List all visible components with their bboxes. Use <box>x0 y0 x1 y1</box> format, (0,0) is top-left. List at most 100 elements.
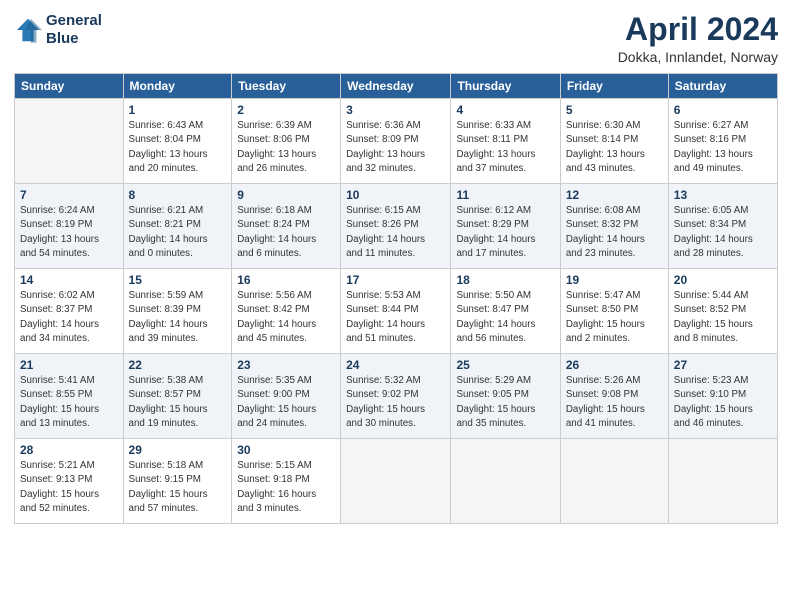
title-block: April 2024 Dokka, Innlandet, Norway <box>618 12 778 65</box>
day-info: Sunrise: 6:27 AM Sunset: 8:16 PM Dayligh… <box>674 119 772 176</box>
logo: General Blue <box>14 12 102 48</box>
calendar-day: 2 Sunrise: 6:39 AM Sunset: 8:06 PM Daylig… <box>232 99 341 184</box>
calendar-day: 15 Sunrise: 5:59 AM Sunset: 8:39 PM Dayli… <box>123 269 232 354</box>
day-number: 11 <box>456 188 554 202</box>
subtitle: Dokka, Innlandet, Norway <box>618 49 778 65</box>
calendar-day: 27Sunrise: 5:23 AM Sunset: 9:10 PM Dayli… <box>668 354 777 439</box>
calendar-day: 5 Sunrise: 6:30 AM Sunset: 8:14 PM Daylig… <box>560 99 668 184</box>
day-number: 15 <box>129 273 227 287</box>
day-number: 23 <box>237 358 335 372</box>
day-info: Sunrise: 6:43 AM Sunset: 8:04 PM Dayligh… <box>129 119 227 176</box>
day-number: 13 <box>674 188 772 202</box>
day-number: 18 <box>456 273 554 287</box>
calendar-day: 23Sunrise: 5:35 AM Sunset: 9:00 PM Dayli… <box>232 354 341 439</box>
day-number: 25 <box>456 358 554 372</box>
day-number: 16 <box>237 273 335 287</box>
calendar-week-3: 14 Sunrise: 6:02 AM Sunset: 8:37 PM Dayli… <box>15 269 778 354</box>
day-number: 29 <box>129 443 227 457</box>
day-info: Sunrise: 6:33 AM Sunset: 8:11 PM Dayligh… <box>456 119 554 176</box>
calendar-day <box>451 439 560 524</box>
calendar-day: 25 Sunrise: 5:29 AM Sunset: 9:05 PM Dayli… <box>451 354 560 439</box>
day-info: Sunrise: 5:15 AM Sunset: 9:18 PM Dayligh… <box>237 459 335 516</box>
calendar-day: 20Sunrise: 5:44 AM Sunset: 8:52 PM Dayli… <box>668 269 777 354</box>
calendar-day: 10Sunrise: 6:15 AM Sunset: 8:26 PM Dayli… <box>341 184 451 269</box>
calendar-day: 16 Sunrise: 5:56 AM Sunset: 8:42 PM Dayli… <box>232 269 341 354</box>
day-info: Sunrise: 6:36 AM Sunset: 8:09 PM Dayligh… <box>346 119 445 176</box>
day-header-monday: Monday <box>123 74 232 99</box>
day-info: Sunrise: 5:59 AM Sunset: 8:39 PM Dayligh… <box>129 289 227 346</box>
calendar-day: 9 Sunrise: 6:18 AM Sunset: 8:24 PM Daylig… <box>232 184 341 269</box>
calendar-day: 8 Sunrise: 6:21 AM Sunset: 8:21 PM Daylig… <box>123 184 232 269</box>
calendar-week-4: 21Sunrise: 5:41 AM Sunset: 8:55 PM Dayli… <box>15 354 778 439</box>
calendar-header-row: SundayMondayTuesdayWednesdayThursdayFrid… <box>15 74 778 99</box>
calendar-day: 12Sunrise: 6:08 AM Sunset: 8:32 PM Dayli… <box>560 184 668 269</box>
day-number: 9 <box>237 188 335 202</box>
day-info: Sunrise: 5:44 AM Sunset: 8:52 PM Dayligh… <box>674 289 772 346</box>
calendar-week-5: 28Sunrise: 5:21 AM Sunset: 9:13 PM Dayli… <box>15 439 778 524</box>
day-info: Sunrise: 5:53 AM Sunset: 8:44 PM Dayligh… <box>346 289 445 346</box>
day-info: Sunrise: 5:29 AM Sunset: 9:05 PM Dayligh… <box>456 374 554 431</box>
day-info: Sunrise: 6:12 AM Sunset: 8:29 PM Dayligh… <box>456 204 554 261</box>
main-title: April 2024 <box>618 12 778 47</box>
header: General Blue April 2024 Dokka, Innlandet… <box>14 12 778 65</box>
calendar-week-2: 7Sunrise: 6:24 AM Sunset: 8:19 PM Daylig… <box>15 184 778 269</box>
day-info: Sunrise: 5:38 AM Sunset: 8:57 PM Dayligh… <box>129 374 227 431</box>
day-number: 24 <box>346 358 445 372</box>
day-number: 14 <box>20 273 118 287</box>
day-header-wednesday: Wednesday <box>341 74 451 99</box>
calendar-day: 22 Sunrise: 5:38 AM Sunset: 8:57 PM Dayli… <box>123 354 232 439</box>
day-number: 22 <box>129 358 227 372</box>
day-number: 26 <box>566 358 663 372</box>
calendar-day: 19 Sunrise: 5:47 AM Sunset: 8:50 PM Dayli… <box>560 269 668 354</box>
day-info: Sunrise: 6:21 AM Sunset: 8:21 PM Dayligh… <box>129 204 227 261</box>
day-header-tuesday: Tuesday <box>232 74 341 99</box>
calendar-day: 1 Sunrise: 6:43 AM Sunset: 8:04 PM Daylig… <box>123 99 232 184</box>
calendar-day: 30 Sunrise: 5:15 AM Sunset: 9:18 PM Dayli… <box>232 439 341 524</box>
day-header-thursday: Thursday <box>451 74 560 99</box>
day-info: Sunrise: 6:39 AM Sunset: 8:06 PM Dayligh… <box>237 119 335 176</box>
day-number: 28 <box>20 443 118 457</box>
day-number: 10 <box>346 188 445 202</box>
day-info: Sunrise: 5:56 AM Sunset: 8:42 PM Dayligh… <box>237 289 335 346</box>
day-number: 17 <box>346 273 445 287</box>
calendar-day: 24 Sunrise: 5:32 AM Sunset: 9:02 PM Dayli… <box>341 354 451 439</box>
calendar-day: 4 Sunrise: 6:33 AM Sunset: 8:11 PM Daylig… <box>451 99 560 184</box>
day-info: Sunrise: 6:02 AM Sunset: 8:37 PM Dayligh… <box>20 289 118 346</box>
day-number: 21 <box>20 358 118 372</box>
day-number: 6 <box>674 103 772 117</box>
calendar-day: 6 Sunrise: 6:27 AM Sunset: 8:16 PM Daylig… <box>668 99 777 184</box>
calendar-day: 26 Sunrise: 5:26 AM Sunset: 9:08 PM Dayli… <box>560 354 668 439</box>
calendar-day: 21Sunrise: 5:41 AM Sunset: 8:55 PM Dayli… <box>15 354 124 439</box>
day-header-saturday: Saturday <box>668 74 777 99</box>
day-info: Sunrise: 6:05 AM Sunset: 8:34 PM Dayligh… <box>674 204 772 261</box>
calendar-day: 7Sunrise: 6:24 AM Sunset: 8:19 PM Daylig… <box>15 184 124 269</box>
day-number: 2 <box>237 103 335 117</box>
day-number: 1 <box>129 103 227 117</box>
calendar-day: 11 Sunrise: 6:12 AM Sunset: 8:29 PM Dayli… <box>451 184 560 269</box>
day-number: 4 <box>456 103 554 117</box>
calendar-day <box>341 439 451 524</box>
day-number: 19 <box>566 273 663 287</box>
calendar-day <box>668 439 777 524</box>
calendar-day: 17 Sunrise: 5:53 AM Sunset: 8:44 PM Dayli… <box>341 269 451 354</box>
day-info: Sunrise: 5:47 AM Sunset: 8:50 PM Dayligh… <box>566 289 663 346</box>
day-info: Sunrise: 5:50 AM Sunset: 8:47 PM Dayligh… <box>456 289 554 346</box>
calendar-day: 28Sunrise: 5:21 AM Sunset: 9:13 PM Dayli… <box>15 439 124 524</box>
logo-icon <box>14 16 42 44</box>
logo-text-line2: Blue <box>46 30 102 48</box>
day-info: Sunrise: 6:08 AM Sunset: 8:32 PM Dayligh… <box>566 204 663 261</box>
day-number: 30 <box>237 443 335 457</box>
day-info: Sunrise: 6:30 AM Sunset: 8:14 PM Dayligh… <box>566 119 663 176</box>
day-info: Sunrise: 5:18 AM Sunset: 9:15 PM Dayligh… <box>129 459 227 516</box>
day-info: Sunrise: 5:26 AM Sunset: 9:08 PM Dayligh… <box>566 374 663 431</box>
day-header-sunday: Sunday <box>15 74 124 99</box>
day-info: Sunrise: 5:32 AM Sunset: 9:02 PM Dayligh… <box>346 374 445 431</box>
calendar-day: 3Sunrise: 6:36 AM Sunset: 8:09 PM Daylig… <box>341 99 451 184</box>
calendar-day: 18 Sunrise: 5:50 AM Sunset: 8:47 PM Dayli… <box>451 269 560 354</box>
calendar-day <box>560 439 668 524</box>
day-info: Sunrise: 6:18 AM Sunset: 8:24 PM Dayligh… <box>237 204 335 261</box>
day-number: 8 <box>129 188 227 202</box>
day-number: 27 <box>674 358 772 372</box>
logo-text-line1: General <box>46 12 102 30</box>
day-number: 5 <box>566 103 663 117</box>
